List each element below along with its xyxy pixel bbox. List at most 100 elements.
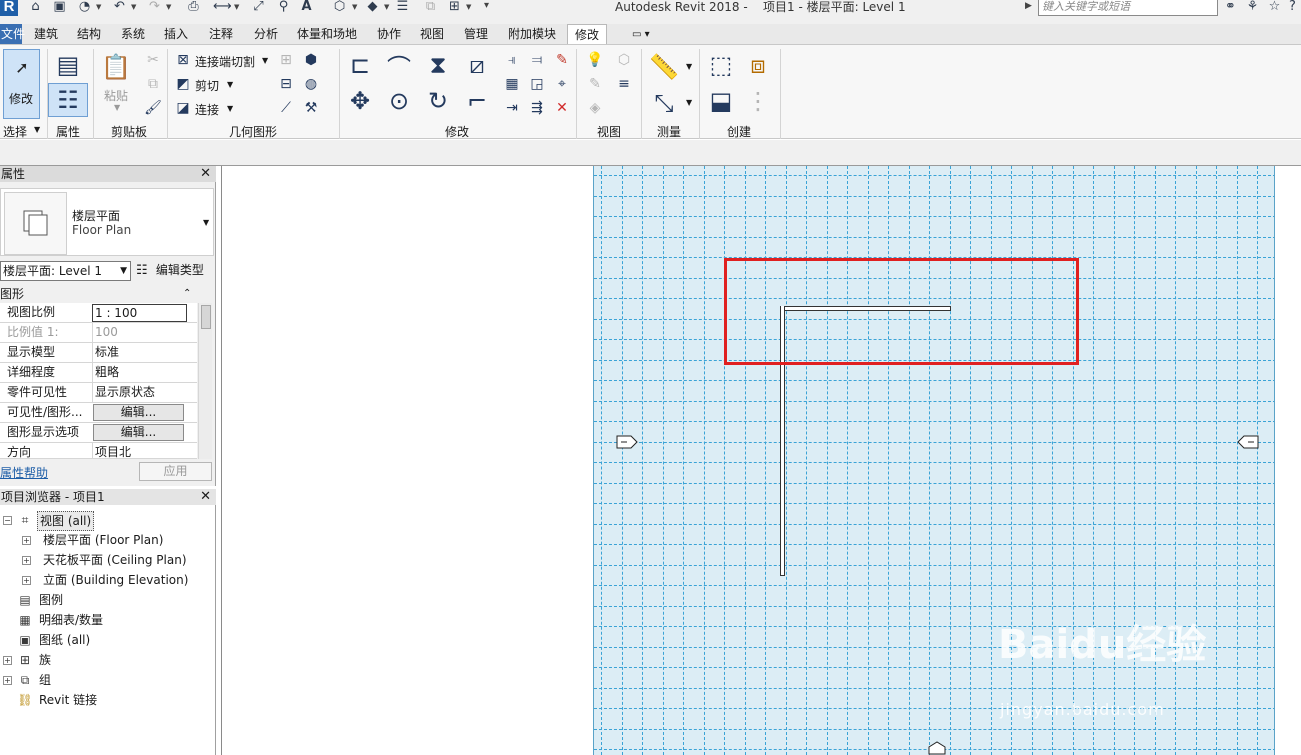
section-icon[interactable]: ◆ <box>364 0 381 15</box>
view-instance-selector[interactable]: 楼层平面: Level 1 ▼ <box>0 261 131 281</box>
cut-geometry-icon[interactable]: ◩ <box>174 75 192 93</box>
print-icon[interactable]: ⎙ <box>185 0 202 15</box>
split-face-icon[interactable]: ⬢ <box>302 51 320 69</box>
binoculars-icon[interactable]: ⚭ <box>1222 0 1239 15</box>
redo-icon[interactable]: ↷ <box>146 0 163 15</box>
override-graphics-icon[interactable]: ✎ <box>586 75 604 93</box>
join-dropdown-icon[interactable]: ▼ <box>227 104 233 113</box>
subscription-icon[interactable]: ⚘ <box>1244 0 1261 15</box>
3d-view-icon[interactable]: ⬡ <box>331 0 348 15</box>
graphics-section-header[interactable]: 图形 ⌃ <box>0 285 197 303</box>
expand-toggle-icon[interactable]: + <box>22 556 31 565</box>
tab-addins[interactable]: 附加模块 <box>508 24 556 45</box>
tab-massing-site[interactable]: 体量和场地 <box>297 24 357 45</box>
undo-dropdown-icon[interactable]: ▼ <box>131 3 136 11</box>
elevation-marker-west-icon[interactable] <box>616 435 638 449</box>
orientation-value[interactable]: 项目北 <box>92 443 187 458</box>
measure-qat-icon[interactable]: ⟷ <box>213 0 232 15</box>
measure-ruler-icon[interactable]: 📏 <box>648 51 680 83</box>
measure-qat-dropdown-icon[interactable]: ▼ <box>234 3 239 11</box>
elevation-marker-south-icon[interactable] <box>928 741 950 755</box>
collapse-icon[interactable]: ⌃ <box>183 285 191 303</box>
join-geometry-icon[interactable]: ◪ <box>174 99 192 117</box>
align-icon[interactable]: ⊏ <box>344 49 376 81</box>
detail-level-value[interactable]: 粗略 <box>92 363 187 382</box>
hide-bulb-icon[interactable]: 💡 <box>586 51 604 69</box>
display-model-value[interactable]: 标准 <box>92 343 187 362</box>
apply-button[interactable]: 应用 <box>139 462 212 481</box>
cut-label[interactable]: 剪切 <box>195 77 219 94</box>
scale-icon[interactable]: ◲ <box>528 75 546 93</box>
trim-multiple-icon[interactable]: ⇶ <box>528 99 546 117</box>
create-group-icon[interactable]: ⬓ <box>705 85 737 117</box>
wall-joins-icon[interactable]: ⊞ <box>277 51 295 69</box>
cope-icon[interactable]: ⊠ <box>174 51 192 69</box>
tab-view[interactable]: 视图 <box>420 24 444 45</box>
trim-single-icon[interactable]: ⇥ <box>503 99 521 117</box>
tab-annotate[interactable]: 注释 <box>209 24 233 45</box>
thin-lines-icon[interactable]: ☰ <box>394 0 411 15</box>
scrollbar-thumb[interactable] <box>201 305 211 329</box>
customize-qat-icon[interactable]: ▾ <box>484 0 489 11</box>
override-icon[interactable]: ⬡ <box>615 51 633 69</box>
expand-toggle-icon[interactable]: + <box>3 676 12 685</box>
visibility-graphics-edit-button[interactable]: 编辑... <box>93 404 184 421</box>
tab-collaborate[interactable]: 协作 <box>377 24 401 45</box>
tree-item-groups[interactable]: + ⧉ 组 <box>0 671 200 689</box>
dimension-dropdown-icon[interactable]: ▼ <box>686 98 692 107</box>
properties-scrollbar[interactable] <box>198 303 212 459</box>
paint-icon[interactable]: ◍ <box>302 75 320 93</box>
text-icon[interactable]: A <box>298 0 315 15</box>
parts-visibility-value[interactable]: 显示原状态 <box>92 383 187 402</box>
search-expand-icon[interactable]: ▶ <box>1025 1 1032 11</box>
expand-toggle-icon[interactable]: + <box>22 536 31 545</box>
tab-systems[interactable]: 系统 <box>121 24 145 45</box>
copy-element-icon[interactable]: ⊙ <box>383 85 415 117</box>
dimension-aligned-icon[interactable]: ⤡ <box>648 87 680 119</box>
paste-dropdown-icon[interactable]: ▼ <box>114 103 120 112</box>
save-icon[interactable]: ▣ <box>51 0 68 15</box>
type-selector-dropdown-icon[interactable]: ▼ <box>203 218 209 227</box>
hide-element-icon[interactable]: ◈ <box>586 99 604 117</box>
tree-item-families[interactable]: + ⊞ 族 <box>0 651 200 669</box>
tab-architecture[interactable]: 建筑 <box>34 24 58 45</box>
tree-item-legends[interactable]: ▤ 图例 <box>0 591 200 609</box>
expand-toggle-icon[interactable]: + <box>3 656 12 665</box>
modify-button[interactable]: ➚ 修改 <box>3 49 40 119</box>
pin-icon[interactable]: ⌖ <box>553 75 571 93</box>
tree-item-sheets[interactable]: ▣ 图纸 (all) <box>0 631 200 649</box>
create-parts-icon[interactable]: ⧈ <box>742 49 774 81</box>
join-label[interactable]: 连接 <box>195 101 219 118</box>
tag-icon[interactable]: ⚲ <box>275 0 292 15</box>
array-icon[interactable]: ▦ <box>503 75 521 93</box>
tab-modify[interactable]: 修改 <box>567 24 608 45</box>
graphic-display-options-edit-button[interactable]: 编辑... <box>93 424 184 441</box>
tab-insert[interactable]: 插入 <box>164 24 188 45</box>
revit-logo-icon[interactable]: R <box>0 0 18 16</box>
type-properties-icon[interactable]: ▤ <box>52 49 84 81</box>
dimension-icon[interactable]: ⤢ <box>250 0 267 15</box>
tree-item-elevation[interactable]: + 立面 (Building Elevation) <box>0 571 200 589</box>
search-input[interactable]: 键入关键字或短语 <box>1038 0 1218 16</box>
delete-icon[interactable]: ✕ <box>553 99 571 117</box>
split-gap-icon[interactable]: ⫤ <box>528 51 546 69</box>
match-properties-icon[interactable]: 🖌 <box>144 99 162 117</box>
section-dropdown-icon[interactable]: ▼ <box>384 3 389 11</box>
tree-item-views[interactable]: − ⌗ 视图 (all) <box>0 511 200 531</box>
expand-toggle-icon[interactable]: + <box>22 576 31 585</box>
cut-dropdown-icon[interactable]: ▼ <box>227 80 233 89</box>
cut-join-label[interactable]: 连接端切割 <box>195 53 255 70</box>
close-windows-icon[interactable]: ⧉ <box>422 0 439 15</box>
close-icon[interactable]: ✕ <box>200 166 211 182</box>
type-selector[interactable]: 楼层平面 Floor Plan ▼ <box>0 188 214 256</box>
paste-icon[interactable]: 📋 <box>100 51 132 83</box>
tab-file[interactable]: 文件 <box>0 24 25 45</box>
trim-extend-icon[interactable]: ⌐ <box>461 85 493 117</box>
help-icon[interactable]: ? <box>1284 0 1301 15</box>
demolish-icon[interactable]: ⊟ <box>277 75 295 93</box>
tab-analyze[interactable]: 分析 <box>254 24 278 45</box>
mirror-axis-icon[interactable]: ⧗ <box>422 49 454 81</box>
cut-clipboard-icon[interactable]: ✂ <box>144 51 162 69</box>
mirror-draw-icon[interactable]: ⧄ <box>461 49 493 81</box>
view-scale-input[interactable]: 1 : 100 <box>92 304 187 322</box>
